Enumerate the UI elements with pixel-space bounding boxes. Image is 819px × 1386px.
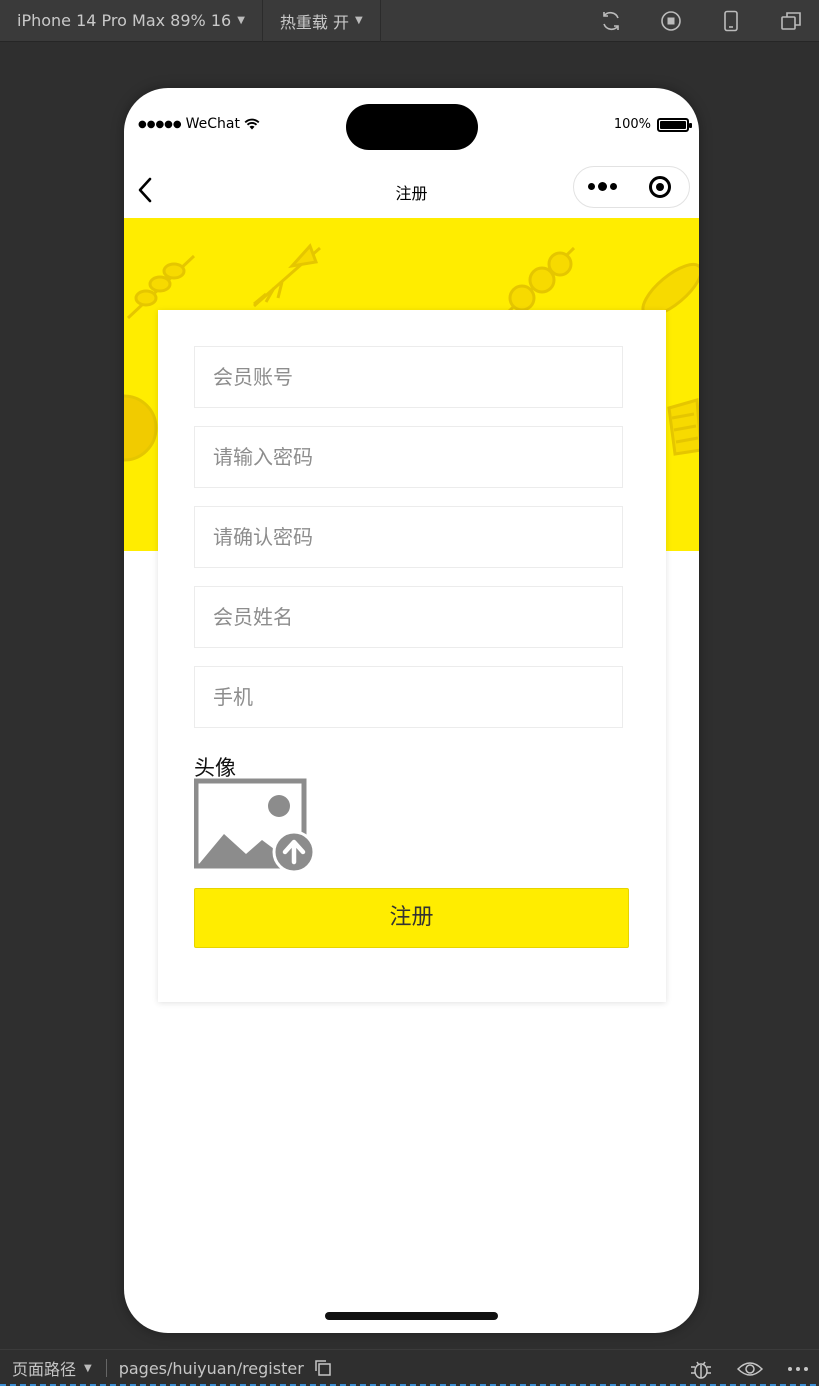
window-icon[interactable] <box>777 7 805 35</box>
preview-eye-icon[interactable] <box>737 1360 763 1378</box>
phone-field[interactable] <box>194 666 623 728</box>
battery-percent: 100% <box>613 117 651 132</box>
phone-input[interactable] <box>195 667 622 727</box>
register-form-card: 头像 注册 <box>158 310 666 1002</box>
stop-icon[interactable] <box>657 7 685 35</box>
more-options-icon[interactable] <box>574 182 632 191</box>
image-upload-icon[interactable] <box>194 778 318 874</box>
wifi-icon <box>244 118 260 130</box>
dynamic-island <box>346 104 478 150</box>
hot-reload-toggle[interactable]: 热重载 开 ▼ <box>263 0 381 42</box>
confirm-password-field[interactable] <box>194 506 623 568</box>
debug-bug-icon[interactable] <box>689 1358 713 1380</box>
nav-bar: 注册 <box>124 158 699 218</box>
device-label: iPhone 14 Pro Max 89% 16 <box>17 11 232 30</box>
member-account-field[interactable] <box>194 346 623 408</box>
register-button[interactable]: 注册 <box>194 888 629 948</box>
refresh-icon[interactable] <box>597 7 625 35</box>
phone-simulator: ●●●●● WeChat 100% 注册 会员账号 会员姓名 手机 头像 注册 <box>124 88 699 1333</box>
hot-reload-label: 热重载 开 <box>279 12 349 32</box>
member-account-input[interactable] <box>195 347 622 407</box>
password-input[interactable] <box>195 427 622 487</box>
battery-icon <box>657 117 692 132</box>
caret-down-icon: ▼ <box>84 1362 92 1374</box>
signal-dots-icon: ●●●●● <box>138 118 182 130</box>
home-indicator <box>325 1312 498 1320</box>
page-path: pages/huiyuan/register <box>118 1358 304 1378</box>
copy-icon[interactable] <box>314 1359 332 1377</box>
more-icon[interactable] <box>787 1366 809 1372</box>
status-bar: ●●●●● WeChat 100% <box>124 88 699 158</box>
page-path-label: 页面路径 <box>12 1360 77 1379</box>
password-field[interactable] <box>194 426 623 488</box>
divider <box>105 1359 107 1377</box>
page-path-selector[interactable]: 页面路径 ▼ <box>0 1356 92 1380</box>
confirm-password-input[interactable] <box>195 507 622 567</box>
phone-preview-icon[interactable] <box>717 7 745 35</box>
caret-down-icon: ▼ <box>237 15 245 26</box>
member-name-field[interactable] <box>194 586 623 648</box>
devtools-toolbar: iPhone 14 Pro Max 89% 16 ▼ 热重载 开 ▼ <box>0 0 819 42</box>
caret-down-icon: ▼ <box>354 15 363 26</box>
mini-program-capsule <box>573 166 690 208</box>
carrier-name: WeChat <box>185 116 240 132</box>
device-selector[interactable]: iPhone 14 Pro Max 89% 16 ▼ <box>0 0 263 42</box>
devtools-bottom-bar: 页面路径 ▼ pages/huiyuan/register <box>0 1349 819 1386</box>
close-miniprogram-icon[interactable] <box>632 176 690 198</box>
member-name-input[interactable] <box>195 587 622 647</box>
